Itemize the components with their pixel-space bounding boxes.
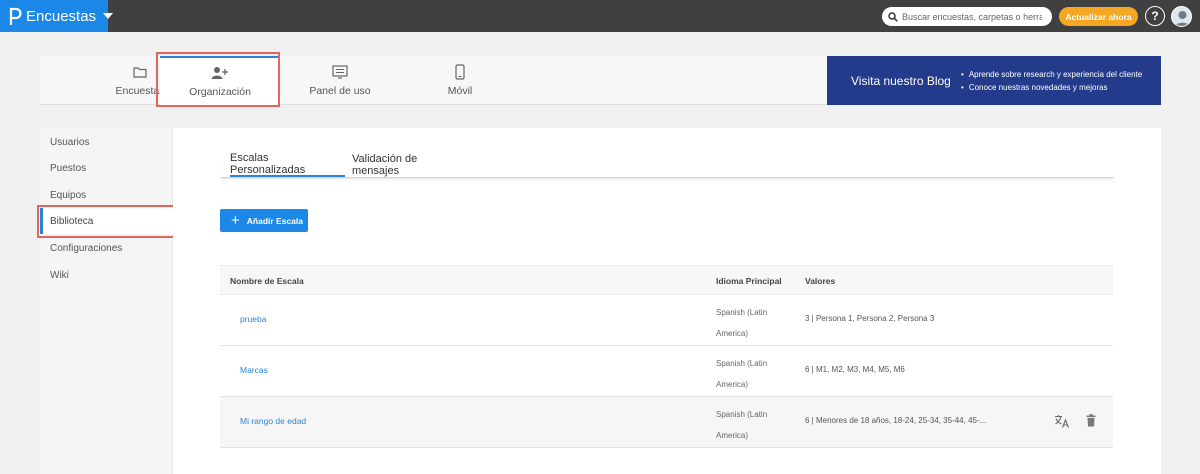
sidebar-item-label: Wiki — [50, 269, 69, 281]
trash-icon[interactable] — [1086, 414, 1096, 427]
chevron-down-icon — [103, 13, 114, 19]
scale-values: 3 | Persona 1, Persona 2, Persona 3 — [805, 314, 935, 323]
scale-language: Spanish (Latin America) — [716, 359, 768, 389]
scales-table: Nombre de Escala Idioma Principal Valore… — [220, 265, 1113, 448]
help-icon[interactable]: ? — [1145, 6, 1165, 26]
plus-icon: + — [231, 212, 240, 229]
table-row[interactable]: Mi rango de edad Spanish (Latin America)… — [220, 397, 1113, 448]
search-box[interactable] — [882, 7, 1052, 26]
avatar[interactable] — [1171, 6, 1192, 27]
nav-tab-label: Organización — [189, 86, 251, 98]
translate-icon[interactable] — [1054, 414, 1070, 428]
tab-label: Escalas Personalizadas — [230, 151, 306, 176]
nav-tab-label: Encuestas — [115, 85, 165, 97]
sidebar-item-wiki[interactable]: Wiki — [40, 262, 173, 288]
dashboard-icon — [332, 64, 348, 80]
scale-name-link[interactable]: Mi rango de edad — [240, 416, 306, 426]
sidebar-item-configuraciones[interactable]: Configuraciones — [40, 235, 173, 261]
upgrade-button[interactable]: Actualizar ahora — [1059, 7, 1138, 26]
sidebar-item-label: Configuraciones — [50, 242, 123, 254]
nav-tab-label: Panel de uso — [309, 85, 371, 97]
scale-values: 6 | Menores de 18 años, 18-24, 25-34, 35… — [805, 416, 987, 425]
sidebar-item-label: Biblioteca — [50, 215, 94, 227]
nav-tab-panel-de-uso[interactable]: Panel de uso — [280, 56, 400, 105]
sidebar-item-label: Usuarios — [50, 136, 90, 148]
app-title: Encuestas — [26, 7, 97, 25]
sidebar-item-usuarios[interactable]: Usuarios — [40, 129, 173, 155]
table-row[interactable]: Marcas Spanish (Latin America) 6 | M1, M… — [220, 346, 1113, 397]
sidebar-item-label: Equipos — [50, 189, 87, 201]
scale-values: 6 | M1, M2, M3, M4, M5, M6 — [805, 365, 905, 374]
blog-banner[interactable]: Visita nuestro Blog Aprende sobre resear… — [827, 56, 1161, 105]
add-scale-button[interactable]: + Añadir Escala — [220, 209, 308, 232]
scale-language: Spanish (Latin America) — [716, 410, 768, 440]
sidebar-item-biblioteca[interactable]: Biblioteca — [40, 208, 173, 234]
table-header: Nombre de Escala Idioma Principal Valore… — [220, 265, 1113, 295]
search-icon — [888, 11, 898, 22]
nav-tab-label: Móvil — [447, 85, 473, 97]
tab-escalas-personalizadas[interactable]: Escalas Personalizadas — [230, 152, 345, 177]
scale-language: Spanish (Latin America) — [716, 308, 768, 338]
subtab-bar: Escalas Personalizadas Validación de men… — [220, 152, 1114, 178]
table-row[interactable]: prueba Spanish (Latin America) 3 | Perso… — [220, 295, 1113, 346]
tab-label: Validación de mensajes — [352, 152, 418, 177]
search-input[interactable] — [902, 11, 1042, 22]
blog-bullet: Aprende sobre research y experiencia del… — [961, 68, 1142, 81]
scale-name-link[interactable]: prueba — [240, 314, 266, 324]
blog-bullets: Aprende sobre research y experiencia del… — [961, 68, 1142, 94]
mobile-icon — [455, 64, 465, 80]
nav-tab-movil[interactable]: Móvil — [400, 56, 520, 105]
folder-icon — [133, 64, 147, 80]
sidebar-item-label: Puestos — [50, 162, 87, 174]
sidebar-item-puestos[interactable]: Puestos — [40, 155, 173, 181]
blog-heading: Visita nuestro Blog — [851, 73, 951, 88]
logo-icon — [8, 7, 22, 25]
add-scale-label: Añadir Escala — [246, 215, 303, 226]
sidebar: Usuarios Puestos Equipos Biblioteca Conf… — [40, 128, 173, 474]
tab-validacion-de-mensajes[interactable]: Validación de mensajes — [352, 152, 467, 177]
top-bar: Encuestas Actualizar ahora ? — [0, 0, 1200, 32]
column-header-values: Valores — [805, 276, 836, 286]
blog-bullet: Conoce nuestras novedades y mejoras — [961, 81, 1142, 94]
scale-name-link[interactable]: Marcas — [240, 365, 268, 375]
column-header-name[interactable]: Nombre de Escala — [230, 276, 304, 286]
product-switcher[interactable]: Encuestas — [0, 0, 114, 32]
column-header-language[interactable]: Idioma Principal — [716, 276, 782, 286]
sidebar-item-equipos[interactable]: Equipos — [40, 182, 173, 208]
add-user-icon — [211, 65, 229, 81]
nav-tab-organizacion[interactable]: Organización — [160, 56, 280, 105]
